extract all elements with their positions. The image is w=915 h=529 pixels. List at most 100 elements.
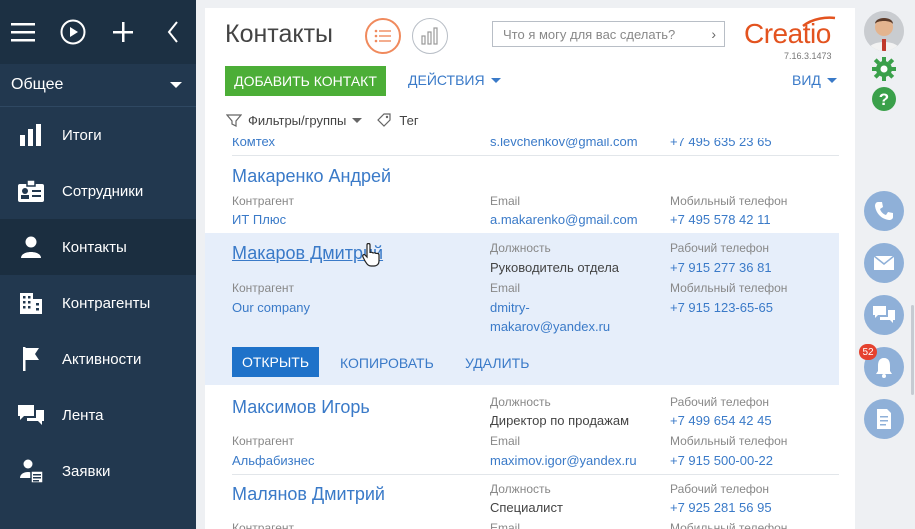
sidebar-item-label: Заявки xyxy=(62,462,111,480)
sidebar-item-employees[interactable]: Сотрудники xyxy=(0,163,196,219)
work-phone-link[interactable]: +7 915 277 36 81 xyxy=(670,260,772,275)
page-title: Контакты xyxy=(225,20,333,48)
work-phone-label: Рабочий телефон xyxy=(670,241,770,255)
hand-cursor-icon xyxy=(362,243,380,267)
mobile-link[interactable]: +7 495 578 42 11 xyxy=(670,212,771,227)
building-icon xyxy=(0,291,62,315)
filters-groups-button[interactable]: Фильтры/группы xyxy=(248,113,346,128)
delete-button[interactable]: УДАЛИТЬ xyxy=(465,355,529,371)
contact-name-link[interactable]: Малянов Дмитрий xyxy=(232,484,385,505)
contact-name-link[interactable]: Макаров Дмитрий xyxy=(232,243,383,264)
user-photo xyxy=(864,11,904,51)
sidebar-item-label: Лента xyxy=(62,406,104,424)
caret-down-icon[interactable] xyxy=(352,117,363,123)
email-label: Email xyxy=(490,434,521,448)
view-label: ВИД xyxy=(792,72,821,88)
filter-bar: Фильтры/группы Тег xyxy=(226,112,419,128)
play-icon xyxy=(60,19,86,45)
mobile-link[interactable]: +7 915 123-65-65 xyxy=(670,300,773,315)
caret-down-icon xyxy=(826,77,837,83)
mobile-label: Мобильный телефон xyxy=(670,434,788,448)
actions-menu[interactable]: ДЕЙСТВИЯ xyxy=(408,72,501,88)
email-label: Email xyxy=(490,521,521,529)
plus-icon xyxy=(113,22,133,42)
work-phone-link[interactable]: +7 499 654 42 45 xyxy=(670,413,772,428)
document-icon xyxy=(877,409,891,429)
copy-button[interactable]: КОПИРОВАТЬ xyxy=(340,355,434,371)
sidebar-item-feed[interactable]: Лента xyxy=(0,387,196,443)
partial-phone[interactable]: +7 495 635 23 65 xyxy=(670,138,772,149)
contact-name-link[interactable]: Максимов Игорь xyxy=(232,397,370,418)
phone-button[interactable] xyxy=(864,191,904,231)
filter-icon[interactable] xyxy=(226,112,242,128)
sidebar-item-label: Активности xyxy=(62,350,142,368)
flag-icon xyxy=(0,346,62,372)
avatar[interactable] xyxy=(864,11,904,51)
job-label: Должность xyxy=(490,395,551,409)
email-link[interactable]: maximov.igor@yandex.ru xyxy=(490,453,637,468)
account-label: Контрагент xyxy=(232,194,295,208)
account-link[interactable]: ИТ Плюс xyxy=(232,212,286,227)
view-menu[interactable]: ВИД xyxy=(792,72,837,88)
add-button[interactable] xyxy=(100,0,146,64)
email-button[interactable] xyxy=(864,243,904,283)
work-phone-label: Рабочий телефон xyxy=(670,482,770,496)
menu-button[interactable] xyxy=(0,0,46,64)
account-link[interactable]: Альфабизнес xyxy=(232,453,315,468)
list-view-button[interactable] xyxy=(365,18,401,54)
phone-icon xyxy=(875,202,893,220)
divider xyxy=(232,474,839,475)
add-contact-button[interactable]: ДОБАВИТЬ КОНТАКТ xyxy=(225,66,386,96)
gear-icon[interactable] xyxy=(871,56,897,82)
email-link-line1[interactable]: dmitry- xyxy=(490,300,530,315)
collapse-button[interactable] xyxy=(150,0,196,64)
mobile-label: Мобильный телефон xyxy=(670,521,788,529)
tasks-button[interactable] xyxy=(864,399,904,439)
help-icon[interactable]: ? xyxy=(871,86,897,112)
workspace-label: Общее xyxy=(11,76,64,93)
hamburger-icon xyxy=(11,23,35,42)
work-phone-link[interactable]: +7 925 281 56 95 xyxy=(670,500,772,515)
mobile-link[interactable]: +7 915 500-00-22 xyxy=(670,453,773,468)
open-button[interactable]: ОТКРЫТЬ xyxy=(232,347,319,377)
scrollbar[interactable] xyxy=(911,305,914,395)
email-link[interactable]: a.makarenko@gmail.com xyxy=(490,212,638,227)
sidebar-item-label: Контакты xyxy=(62,238,127,256)
svg-text:?: ? xyxy=(879,90,889,109)
work-phone-label: Рабочий телефон xyxy=(670,395,770,409)
job-value: Директор по продажам xyxy=(490,413,630,428)
account-link[interactable]: Our company xyxy=(232,300,310,315)
partial-account[interactable]: Комтех xyxy=(232,138,275,149)
account-label: Контрагент xyxy=(232,434,295,448)
sidebar-item-cases[interactable]: Заявки xyxy=(0,443,196,499)
tag-icon[interactable] xyxy=(376,112,392,128)
notification-count-badge: 52 xyxy=(859,344,877,360)
job-label: Должность xyxy=(490,241,551,255)
request-icon xyxy=(0,458,62,484)
envelope-icon xyxy=(873,255,895,270)
process-button[interactable] xyxy=(50,0,96,64)
job-label: Должность xyxy=(490,482,551,496)
list-icon xyxy=(374,29,391,43)
feed-button[interactable] xyxy=(864,295,904,335)
bar-chart-icon xyxy=(421,27,438,45)
chevron-right-icon[interactable]: › xyxy=(711,26,716,42)
analytics-view-button[interactable] xyxy=(412,18,448,54)
mobile-label: Мобильный телефон xyxy=(670,194,788,208)
partial-email[interactable]: s.levchenkov@gmail.com xyxy=(490,138,638,149)
sidebar-item-activities[interactable]: Активности xyxy=(0,331,196,387)
contact-name-link[interactable]: Макаренко Андрей xyxy=(232,166,391,187)
contacts-list: Комтех s.levchenkov@gmail.com +7 495 635… xyxy=(205,138,855,529)
command-search-input[interactable]: Что я могу для вас сделать? › xyxy=(492,21,725,47)
sidebar-item-dashboards[interactable]: Итоги xyxy=(0,107,196,163)
person-icon xyxy=(0,235,62,259)
email-link-line2[interactable]: makarov@yandex.ru xyxy=(490,319,610,334)
workspace-selector[interactable]: Общее xyxy=(0,64,196,107)
logo-swoosh xyxy=(802,16,836,28)
sidebar-item-contacts[interactable]: Контакты xyxy=(0,219,196,275)
tag-button[interactable]: Тег xyxy=(399,113,418,128)
sidebar-item-accounts[interactable]: Контрагенты xyxy=(0,275,196,331)
job-value: Специалист xyxy=(490,500,563,515)
sidebar-item-label: Сотрудники xyxy=(62,182,144,200)
bar-chart-icon xyxy=(0,123,62,147)
